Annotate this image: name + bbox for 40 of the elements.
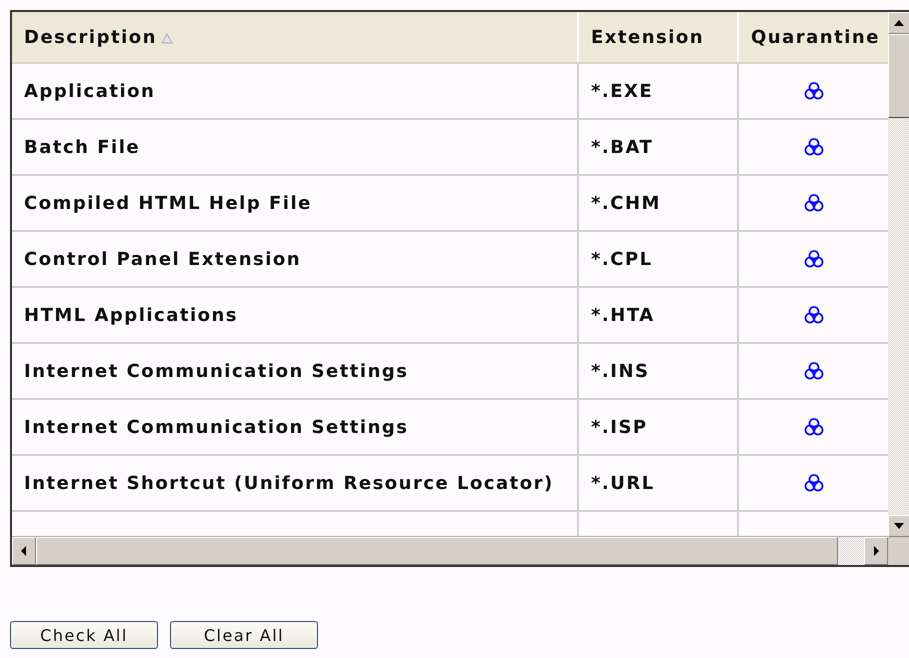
- table-cell: *.HTA: [579, 288, 739, 342]
- biohazard-icon[interactable]: [804, 417, 824, 437]
- table-cell: Internet Communication Settings: [12, 400, 579, 454]
- column-label: Extension: [591, 26, 704, 48]
- biohazard-icon[interactable]: [804, 81, 824, 101]
- table-cell: Control Panel Extension: [12, 232, 579, 286]
- biohazard-icon[interactable]: [804, 193, 824, 213]
- column-header[interactable]: Description: [12, 12, 579, 62]
- column-header[interactable]: Extension: [579, 12, 739, 62]
- table-cell: *.CPL: [579, 232, 739, 286]
- biohazard-icon[interactable]: [804, 249, 824, 269]
- scroll-track[interactable]: [838, 537, 864, 565]
- scroll-up-button[interactable]: [888, 12, 909, 34]
- down-triangle-icon: [894, 523, 904, 529]
- table-cell: *.INS: [579, 344, 739, 398]
- column-header[interactable]: Quarantine: [739, 12, 888, 62]
- clear-all-button[interactable]: Clear All: [170, 621, 318, 649]
- column-label: Quarantine: [751, 26, 880, 48]
- table-cell: HTML Applications: [12, 288, 579, 342]
- table-cell: *.BAT: [579, 120, 739, 174]
- biohazard-icon[interactable]: [804, 305, 824, 325]
- biohazard-icon[interactable]: [804, 361, 824, 381]
- up-triangle-icon: [894, 20, 904, 26]
- table-cell: *.EXE: [579, 64, 739, 118]
- check-all-button[interactable]: Check All: [10, 621, 158, 649]
- table-cell: Internet Shortcut (Uniform Resource Locator): [12, 456, 579, 510]
- table-cell: *.URL: [579, 456, 739, 510]
- table-cell: Compiled HTML Help File: [12, 176, 579, 230]
- left-triangle-icon: [21, 546, 27, 556]
- right-triangle-icon: [873, 546, 879, 556]
- table-cell: *.CHM: [579, 176, 739, 230]
- scroll-left-button[interactable]: [12, 537, 36, 565]
- table-cell: *.ISP: [579, 400, 739, 454]
- column-label: Description: [24, 26, 157, 48]
- table-cell: Application: [12, 64, 579, 118]
- table-cell: Internet Communication Settings: [12, 344, 579, 398]
- biohazard-icon[interactable]: [804, 137, 824, 157]
- scroll-right-button[interactable]: [864, 537, 888, 565]
- biohazard-icon[interactable]: [804, 473, 824, 493]
- table-cell: Batch File: [12, 120, 579, 174]
